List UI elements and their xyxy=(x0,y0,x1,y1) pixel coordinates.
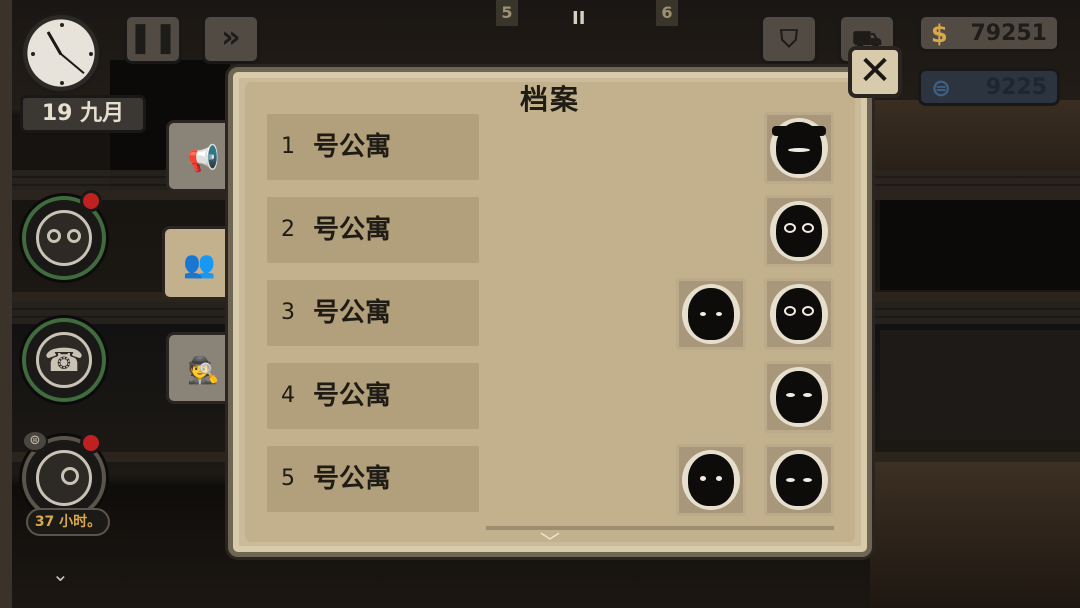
bald-man-portrait[interactable] xyxy=(764,361,834,433)
center-pause-indicator: II xyxy=(572,8,586,29)
reputation-value: 9225 xyxy=(985,75,1047,100)
background-room xyxy=(880,200,1080,290)
detective-icon: 🕵 xyxy=(187,356,220,386)
apartment-label: 号公寓 xyxy=(313,464,392,494)
hooded-man-portrait[interactable] xyxy=(764,444,834,516)
apartment-label: 号公寓 xyxy=(313,132,392,162)
people-icon: 👥 xyxy=(183,250,216,280)
fast-forward-button[interactable]: » xyxy=(202,14,260,64)
telephone-icon: ☎ xyxy=(36,332,92,388)
inventory-button[interactable]: ⛉ xyxy=(760,14,818,64)
apartment-label: 号公寓 xyxy=(313,215,392,245)
glasses-face-icon xyxy=(36,210,92,266)
apartment-row-5[interactable]: 5 号公寓 xyxy=(267,446,479,512)
scroll-down-icon[interactable]: ﹀ xyxy=(540,526,560,555)
tab-tenants[interactable]: 👥 xyxy=(162,226,236,300)
money-value: 79251 xyxy=(970,21,1047,46)
background-beam xyxy=(0,0,12,608)
apartment-number: 3 xyxy=(281,300,295,325)
apartment-number: 4 xyxy=(281,383,295,408)
monocle-face-icon xyxy=(36,450,92,506)
reputation-icon: ⊜ xyxy=(931,74,952,102)
floor-tag-right: 6 xyxy=(656,0,678,26)
apartment-row-3[interactable]: 3 号公寓 xyxy=(267,280,479,346)
clock-minute-hand xyxy=(60,53,85,75)
close-icon: ✕ xyxy=(858,48,892,94)
apartment-row-2[interactable]: 2 号公寓 xyxy=(267,197,479,263)
close-button[interactable]: ✕ xyxy=(848,46,902,98)
fast-forward-icon: » xyxy=(221,20,241,55)
date-display: 19 九月 xyxy=(20,95,146,133)
tab-wanted[interactable]: 🕵 xyxy=(166,332,234,404)
glasses-man-portrait[interactable] xyxy=(764,195,834,267)
task-timer: 37 小时。 xyxy=(26,508,110,536)
blob-portrait[interactable] xyxy=(676,444,746,516)
background-room xyxy=(870,460,1080,608)
apartment-number: 2 xyxy=(281,217,295,242)
money-counter: $ 79251 xyxy=(918,14,1060,52)
clock-tick xyxy=(60,81,64,85)
hat-brim xyxy=(772,126,826,136)
apartment-number: 1 xyxy=(281,134,295,159)
telephone-button[interactable]: ☎ xyxy=(22,318,106,402)
clock-tick xyxy=(60,23,64,27)
megaphone-icon: 📢 xyxy=(187,144,220,174)
dollar-icon: $ xyxy=(931,20,948,48)
apartment-number: 5 xyxy=(281,466,295,491)
apartment-label: 号公寓 xyxy=(313,298,392,328)
chevron-down-icon[interactable]: ⌄ xyxy=(52,562,69,586)
clock-icon xyxy=(20,12,102,94)
pause-button[interactable]: ❚❚ xyxy=(124,14,182,64)
tab-reports[interactable]: 📢 xyxy=(166,120,234,192)
curly-glasses-man-portrait[interactable] xyxy=(764,278,834,350)
clock-hour-hand xyxy=(46,31,63,56)
apartment-row-4[interactable]: 4 号公寓 xyxy=(267,363,479,429)
girl-portrait[interactable] xyxy=(676,278,746,350)
pause-icon: ❚❚ xyxy=(127,20,179,55)
notification-dot xyxy=(80,432,102,454)
hat-man-portrait[interactable] xyxy=(764,112,834,184)
clock-tick xyxy=(31,52,35,56)
background-room xyxy=(880,330,1080,440)
floor-tag-left: 5 xyxy=(496,0,518,26)
list-bottom-divider xyxy=(486,526,834,530)
rank-badge-icon: ⊜ xyxy=(22,430,48,452)
bag-icon: ⛉ xyxy=(780,25,798,53)
notification-dot xyxy=(80,190,102,212)
reputation-counter: ⊜ 9225 xyxy=(918,68,1060,106)
clock-tick xyxy=(89,52,93,56)
apartment-row-1[interactable]: 1 号公寓 xyxy=(267,114,479,180)
apartment-label: 号公寓 xyxy=(313,381,392,411)
